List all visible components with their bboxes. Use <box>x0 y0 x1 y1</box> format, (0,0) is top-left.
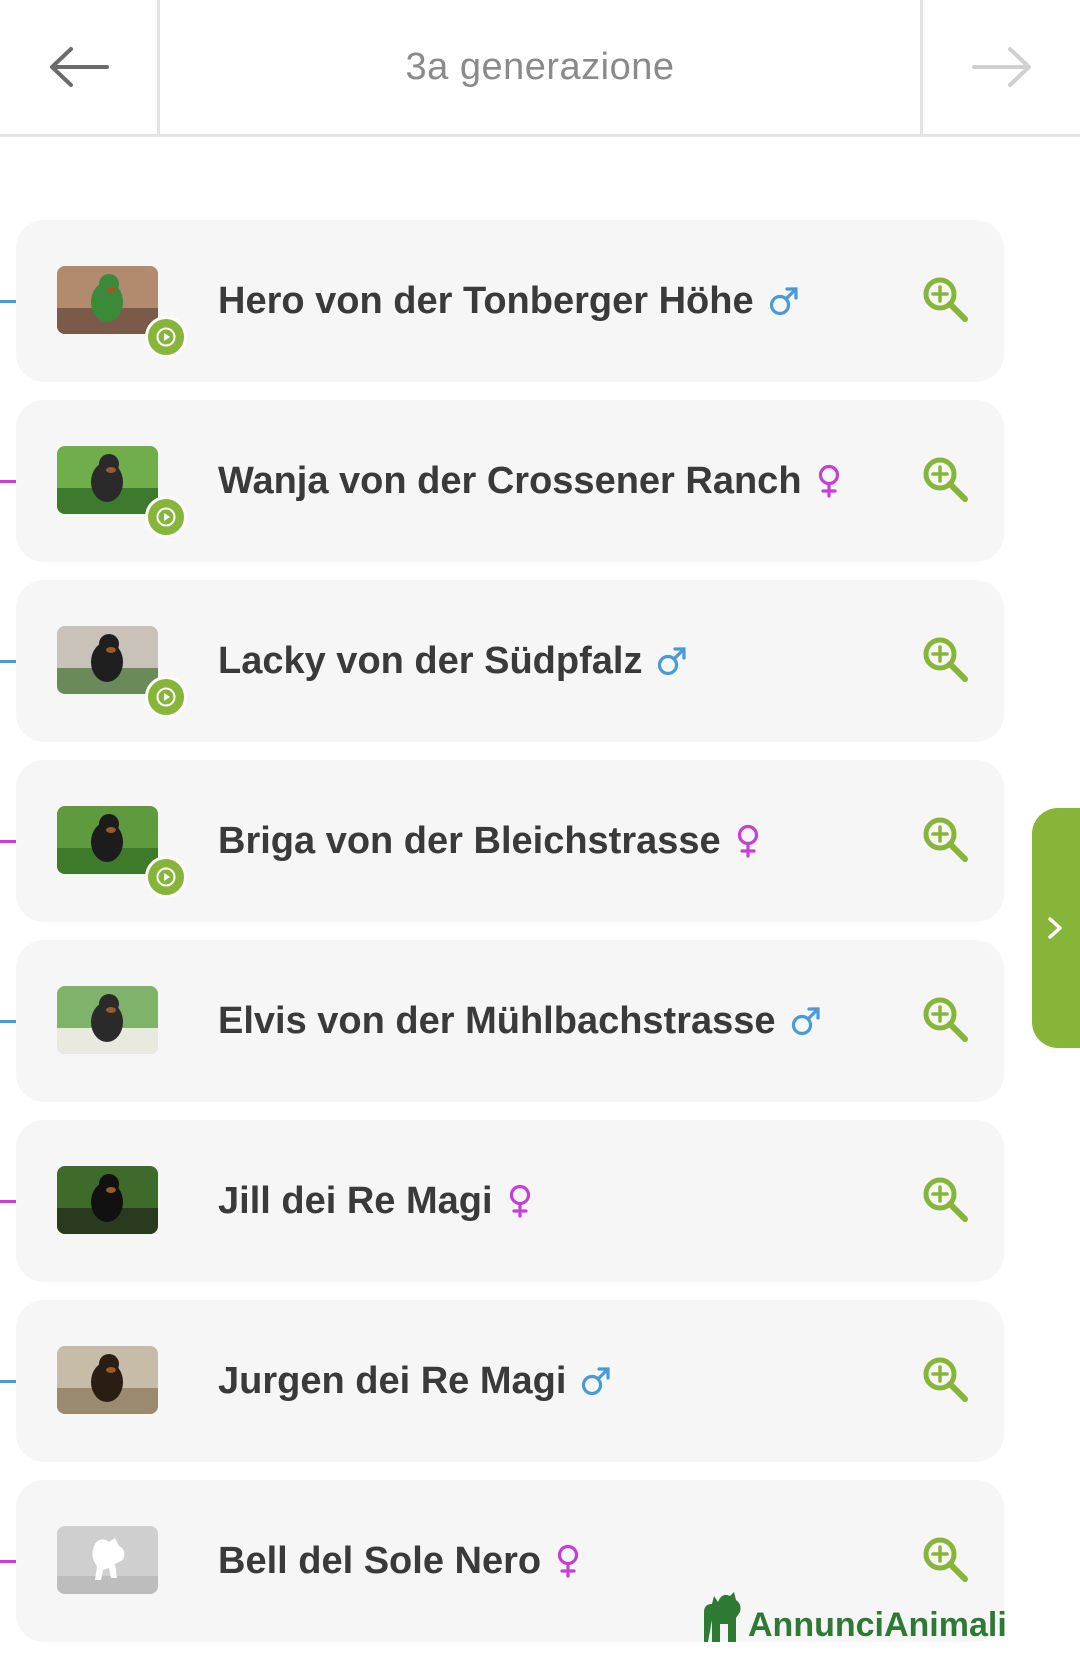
pedigree-connector-line <box>0 1200 16 1203</box>
pedigree-connector-line <box>0 1380 16 1383</box>
female-symbol-icon <box>816 464 842 498</box>
play-video-icon[interactable] <box>145 316 187 358</box>
dog-photo[interactable] <box>57 626 158 694</box>
male-symbol-icon <box>656 645 688 677</box>
dog-row[interactable]: Briga von der Bleichstrasse <box>0 760 1004 922</box>
prev-generation-button[interactable] <box>0 0 160 134</box>
pedigree-connector-line <box>0 1560 16 1563</box>
brand-logo: AnnunciAnimali <box>700 1586 1007 1642</box>
dog-name: Lacky von der Südpfalz <box>218 639 643 682</box>
pedigree-connector-line <box>0 840 16 843</box>
dog-photo[interactable] <box>57 1166 158 1234</box>
play-video-icon[interactable] <box>145 676 187 718</box>
dog-row[interactable]: Wanja von der Crossener Ranch <box>0 400 1004 562</box>
top-bar: 3a generazione <box>0 0 1080 137</box>
dog-row[interactable]: Jurgen dei Re Magi <box>0 1300 1004 1462</box>
dog-name: Wanja von der Crossener Ranch <box>218 459 802 502</box>
arrow-left-icon <box>49 47 109 87</box>
dog-name-link[interactable]: Hero von der Tonberger Höhe <box>218 220 800 382</box>
side-drawer-tab[interactable] <box>1032 808 1080 1048</box>
dog-name: Jill dei Re Magi <box>218 1179 493 1222</box>
dog-name: Briga von der Bleichstrasse <box>218 819 721 862</box>
zoom-in-icon[interactable] <box>921 995 971 1045</box>
dog-photo[interactable] <box>57 266 158 334</box>
dog-name-link[interactable]: Jill dei Re Magi <box>218 1120 533 1282</box>
dog-name: Bell del Sole Nero <box>218 1539 542 1582</box>
dog-name-link[interactable]: Briga von der Bleichstrasse <box>218 760 761 922</box>
dog-name-link[interactable]: Lacky von der Südpfalz <box>218 580 688 742</box>
dog-photo[interactable] <box>57 1346 158 1414</box>
chevron-right-icon <box>1048 917 1062 939</box>
dog-name: Hero von der Tonberger Höhe <box>218 279 754 322</box>
next-generation-button[interactable] <box>920 0 1080 134</box>
dog-photo[interactable] <box>57 806 158 874</box>
pedigree-connector-line <box>0 300 16 303</box>
male-symbol-icon <box>580 1365 612 1397</box>
animals-logo-icon <box>704 1592 741 1642</box>
zoom-in-icon[interactable] <box>921 455 971 505</box>
male-symbol-icon <box>768 285 800 317</box>
dog-row[interactable]: Jill dei Re Magi <box>0 1120 1004 1282</box>
dog-name-link[interactable]: Wanja von der Crossener Ranch <box>218 400 842 562</box>
pedigree-connector-line <box>0 480 16 483</box>
dog-row[interactable]: Lacky von der Südpfalz <box>0 580 1004 742</box>
zoom-in-icon[interactable] <box>921 815 971 865</box>
dog-name-link[interactable]: Bell del Sole Nero <box>218 1480 581 1642</box>
pedigree-connector-line <box>0 660 16 663</box>
zoom-in-icon[interactable] <box>921 1175 971 1225</box>
zoom-in-icon[interactable] <box>921 1535 971 1585</box>
play-video-icon[interactable] <box>145 496 187 538</box>
dog-photo[interactable] <box>57 986 158 1054</box>
female-symbol-icon <box>735 824 761 858</box>
dog-photo[interactable] <box>57 446 158 514</box>
pedigree-connector-line <box>0 1020 16 1023</box>
brand-name: AnnunciAnimali <box>748 1606 1007 1644</box>
dog-name: Elvis von der Mühlbachstrasse <box>218 999 776 1042</box>
dog-photo[interactable] <box>57 1526 158 1594</box>
zoom-in-icon[interactable] <box>921 1355 971 1405</box>
dog-row[interactable]: Hero von der Tonberger Höhe <box>0 220 1004 382</box>
page-title: 3a generazione <box>405 45 675 88</box>
dog-name-link[interactable]: Elvis von der Mühlbachstrasse <box>218 940 822 1102</box>
dog-name-link[interactable]: Jurgen dei Re Magi <box>218 1300 612 1462</box>
dog-row[interactable]: Elvis von der Mühlbachstrasse <box>0 940 1004 1102</box>
female-symbol-icon <box>555 1544 581 1578</box>
male-symbol-icon <box>790 1005 822 1037</box>
arrow-right-icon <box>971 47 1031 87</box>
zoom-in-icon[interactable] <box>921 635 971 685</box>
female-symbol-icon <box>507 1184 533 1218</box>
zoom-in-icon[interactable] <box>921 275 971 325</box>
dog-name: Jurgen dei Re Magi <box>218 1359 567 1402</box>
play-video-icon[interactable] <box>145 856 187 898</box>
